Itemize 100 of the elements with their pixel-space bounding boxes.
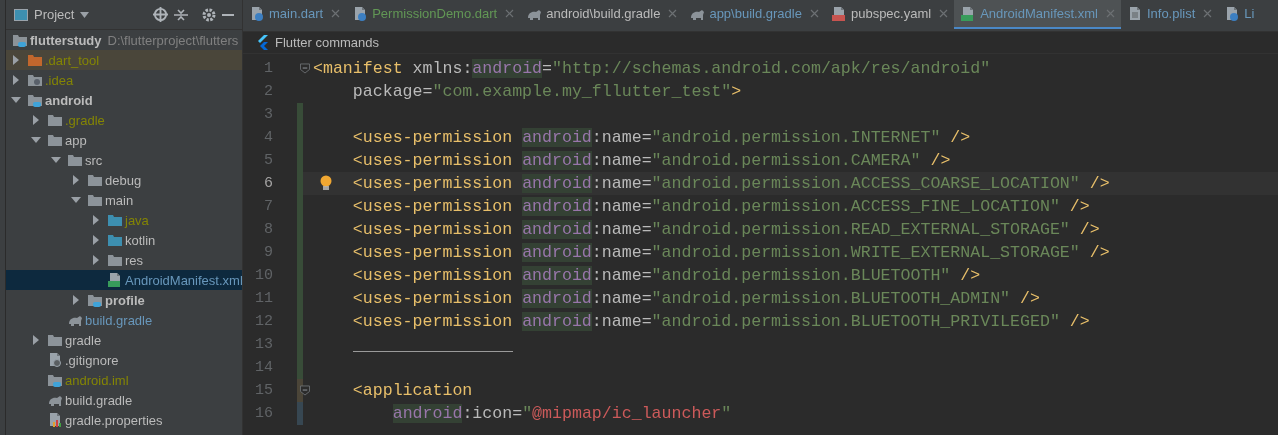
lightbulb-icon[interactable] [320, 175, 332, 191]
change-marker[interactable] [297, 356, 303, 379]
collapsed-arrow-icon[interactable] [71, 175, 81, 185]
close-icon[interactable] [668, 9, 678, 18]
item-label: src [85, 152, 103, 168]
editor-tab[interactable]: main.dart [243, 0, 347, 29]
collapsed-arrow-icon[interactable] [31, 335, 41, 345]
item-label: build.gradle [85, 312, 153, 328]
collapsed-arrow-icon[interactable] [31, 115, 41, 125]
file-icon [830, 5, 847, 22]
item-label: debug [105, 172, 142, 188]
line-number: 14 [254, 359, 273, 376]
settings-icon[interactable] [202, 7, 216, 22]
tab-label: AndroidManifest.xml [980, 6, 1098, 21]
folder-icon [27, 52, 43, 68]
item-label: build.gradle [65, 392, 133, 408]
code-line: <uses-permission android:name="android.permission.BLUETOOTH_PRIVILEGED" /> [351, 312, 1090, 331]
project-view-dropdown[interactable]: Project [14, 7, 90, 22]
folder-icon [12, 32, 28, 48]
line-number: 3 [263, 106, 273, 123]
tab-label: Info.plist [1146, 6, 1196, 21]
folder-icon [47, 332, 63, 348]
editor-tab[interactable]: Info.plist [1120, 0, 1219, 29]
fold-icon[interactable] [300, 385, 310, 396]
close-icon[interactable] [1105, 9, 1115, 18]
collapse-all-icon[interactable] [174, 7, 188, 22]
folder-icon [67, 152, 83, 168]
toolbar-label: Flutter commands [275, 35, 380, 50]
close-icon[interactable] [809, 9, 819, 18]
change-marker[interactable] [297, 103, 303, 126]
tree-item[interactable]: res [6, 250, 242, 270]
tree-item[interactable]: build.gradle [6, 390, 242, 410]
tab-label: pubspec.yaml [850, 6, 932, 21]
tree-item[interactable]: kotlin [6, 230, 242, 250]
tree-item[interactable]: debug [6, 170, 242, 190]
tree-item[interactable]: gradle [6, 330, 242, 350]
tree-item[interactable]: build.gradle [6, 310, 242, 330]
item-label: android.iml [65, 372, 129, 388]
code-line: <uses-permission android:name="android.permission.ACCESS_COARSE_LOCATION" /> [351, 174, 1110, 193]
file-icon [249, 5, 265, 22]
line-number: 7 [263, 198, 273, 215]
item-label: app [65, 132, 87, 148]
item-label: profile [105, 292, 145, 308]
item-label: .idea [45, 72, 74, 88]
change-marker[interactable] [297, 402, 303, 425]
caret-icon [80, 11, 90, 18]
tree-item[interactable]: .gitignore [6, 350, 242, 370]
folder-icon [107, 252, 123, 268]
item-label: gradle [65, 332, 102, 348]
tab-label: app\build.gradle [709, 6, 802, 21]
code-line: <uses-permission android:name="android.permission.INTERNET" /> [351, 128, 971, 147]
item-label: flutterstudy [30, 32, 102, 48]
folder-icon [87, 292, 103, 308]
editor-tab[interactable]: Li [1218, 0, 1261, 29]
editor-tab[interactable]: android\build.gradle [520, 0, 684, 29]
item-label: .gitignore [65, 352, 119, 368]
tree-item[interactable]: android [6, 90, 242, 110]
tree-item[interactable]: main [6, 190, 242, 210]
item-label: android [45, 92, 93, 108]
code-line: <uses-permission android:name="android.permission.WRITE_EXTERNAL_STORAGE" /> [351, 243, 1110, 262]
tab-label: PermissionDemo.dart [372, 6, 498, 21]
close-icon[interactable] [331, 9, 341, 18]
close-icon[interactable] [1203, 9, 1213, 18]
editor-tab[interactable]: pubspec.yaml [824, 0, 955, 29]
line-number: 13 [254, 336, 273, 353]
close-icon[interactable] [939, 9, 949, 18]
code-line: <uses-permission android:name="android.permission.CAMERA" /> [351, 151, 951, 170]
tree-item[interactable]: AndroidManifest.xml [6, 270, 242, 290]
tree-item[interactable]: app [6, 130, 242, 150]
editor-tab[interactable]: PermissionDemo.dart [346, 0, 521, 29]
line-number: 12 [254, 313, 273, 330]
item-label: .dart_tool [45, 52, 100, 68]
expanded-arrow-icon[interactable] [11, 95, 21, 105]
editor-tab[interactable]: app\build.gradle [683, 0, 825, 29]
folder-icon [87, 172, 103, 188]
line-number: 8 [263, 221, 273, 238]
locate-icon[interactable] [153, 7, 168, 22]
close-icon[interactable] [505, 9, 515, 18]
folder-icon [27, 72, 43, 88]
line-number: 16 [254, 405, 273, 422]
code-line: <uses-permission android:name="android.permission.BLUETOOTH_ADMIN" /> [351, 289, 1040, 308]
folder-icon [87, 192, 103, 208]
item-label: gradle.properties [65, 412, 163, 428]
tree-item[interactable]: flutterstudy D:\flutterproject\flutters [6, 30, 242, 50]
folder-icon [107, 212, 123, 228]
folder-icon [107, 232, 123, 248]
file-icon [352, 5, 369, 22]
collapsed-arrow-icon[interactable] [71, 295, 81, 305]
item-label: main [105, 192, 134, 208]
tree-item[interactable]: src [6, 150, 242, 170]
folder-icon [47, 112, 63, 128]
expanded-arrow-icon[interactable] [71, 195, 81, 205]
tree-item[interactable]: gradle.properties [6, 410, 242, 430]
code-line: <uses-permission android:name="android.permission.ACCESS_FINE_LOCATION" /> [351, 197, 1090, 216]
tab-label: main.dart [269, 6, 324, 21]
line-number: 6 [263, 175, 273, 192]
fold-icon[interactable] [300, 63, 310, 74]
line-number: 10 [254, 267, 273, 284]
tree-item[interactable]: profile [6, 290, 242, 310]
item-label: kotlin [125, 232, 156, 248]
